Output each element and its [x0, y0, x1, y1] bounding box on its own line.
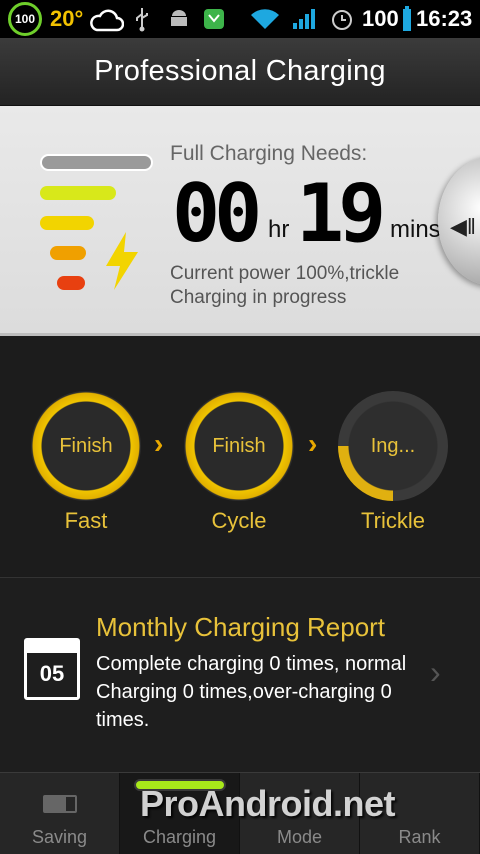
charge-status-line-1: Current power 100%,trickle [170, 263, 400, 284]
usb-icon [134, 0, 150, 38]
tab-label: Mode [276, 827, 323, 847]
level-bar-2 [40, 186, 116, 200]
battery-icon [402, 0, 412, 38]
stage-trickle-status: Ing... [370, 434, 416, 457]
charge-status-text: Current power 100%,trickle Charging in p… [170, 262, 460, 310]
stage-fast-status: Finish [59, 434, 113, 457]
minutes-value: 19 [296, 167, 386, 260]
signal-icon [292, 0, 318, 38]
expand-arrow-icon[interactable]: ◀‖ [450, 214, 476, 240]
title-bar: Professional Charging [0, 38, 480, 106]
charging-stages: Finish Fast › Finish Cycle › Ing... Tric… [0, 336, 480, 576]
tab-saving[interactable]: Saving [0, 773, 120, 854]
calendar-header [27, 641, 77, 653]
chevron-right-icon: › [154, 428, 164, 459]
level-bar-1 [40, 154, 153, 171]
clock: 16:23 [416, 6, 473, 31]
weather-cloud-icon [88, 0, 124, 38]
chevron-right-icon: › [308, 428, 318, 459]
stage-cycle-label: Cycle [211, 508, 267, 533]
temperature: 20° [50, 6, 84, 31]
wifi-icon [250, 0, 280, 38]
stage-fast-ring: Finish [31, 391, 141, 501]
bottom-nav: Saving Charging Mode Rank ProAndroid.net [0, 772, 480, 854]
hours-value: 00 [172, 167, 262, 260]
stage-fast-label: Fast [64, 508, 108, 533]
level-bar-4 [50, 246, 86, 260]
tab-label: Charging [142, 827, 217, 847]
stage-cycle-ring: Finish [184, 391, 294, 501]
page-title: Professional Charging [94, 55, 386, 87]
calendar-day: 05 [39, 661, 65, 686]
report-title: Monthly Charging Report [96, 612, 386, 642]
minutes-unit: mins [390, 216, 441, 243]
charge-info-panel: Full Charging Needs: 00 hr 19 mins Curre… [0, 106, 480, 336]
report-text: Complete charging 0 times, normal Chargi… [96, 653, 407, 731]
level-bar-5 [57, 276, 85, 290]
stage-trickle-label: Trickle [361, 508, 425, 533]
battery-percent: 100 [362, 6, 399, 31]
chevron-right-icon[interactable]: › [430, 654, 441, 691]
charge-status-line-2: Charging in progress [170, 287, 347, 308]
status-bar: 100 20° 100 16:23 [0, 0, 480, 38]
calendar-icon: 05 [24, 638, 80, 700]
battery-saving-icon [42, 795, 77, 813]
battery-badge: 100 [8, 0, 42, 38]
lightning-icon [106, 232, 138, 290]
monthly-report[interactable]: 05 Monthly Charging Report Complete char… [0, 577, 480, 772]
level-bar-3 [40, 216, 94, 230]
tab-label: Rank [398, 827, 441, 847]
stage-trickle-ring: Ing... [338, 391, 448, 501]
battery-badge-value: 100 [8, 2, 42, 36]
tab-label: Saving [31, 827, 88, 847]
watermark: ProAndroid.net [140, 783, 395, 824]
stage-cycle-status: Finish [212, 434, 266, 457]
alarm-icon [330, 0, 354, 38]
hours-unit: hr [268, 216, 290, 243]
android-icon [168, 0, 190, 38]
app-icon [202, 0, 226, 38]
charge-needs-label: Full Charging Needs: [170, 142, 368, 165]
